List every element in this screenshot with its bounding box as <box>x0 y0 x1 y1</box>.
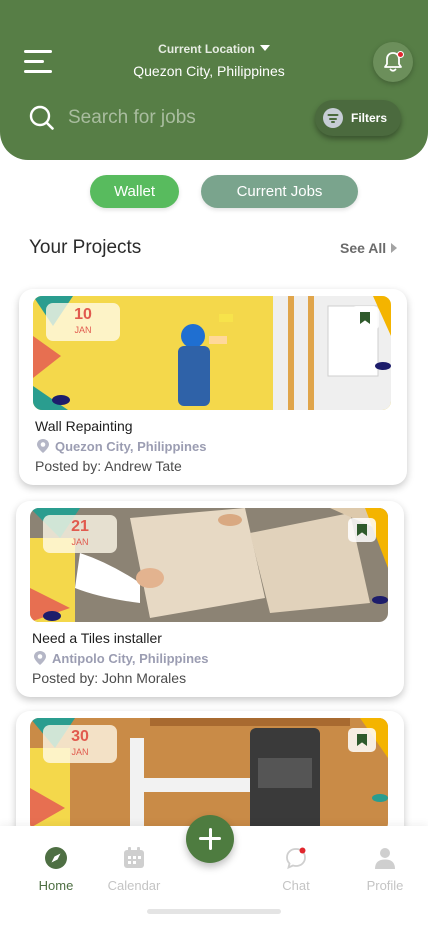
date-day: 10 <box>74 306 92 323</box>
nav-chat-label: Chat <box>282 878 310 893</box>
date-month: JAN <box>71 747 89 757</box>
home-indicator <box>147 909 281 914</box>
location-value: Quezon City, Philippines <box>133 63 285 79</box>
compass-icon <box>45 847 67 869</box>
chevron-right-icon <box>391 243 398 253</box>
bookmark-icon <box>360 312 370 324</box>
project-title: Wall Repainting <box>35 418 133 434</box>
nav-profile-label: Profile <box>366 878 404 893</box>
bookmark-button[interactable] <box>348 518 376 542</box>
project-location-text: Antipolo City, Philippines <box>52 651 209 666</box>
project-card[interactable]: 10 JAN Wall Repainting Quezon City, Phil… <box>19 289 407 485</box>
nav-chat[interactable]: Chat <box>256 846 336 893</box>
date-day: 30 <box>71 728 89 745</box>
nav-home[interactable]: Home <box>16 846 96 893</box>
app-header: Current Location Quezon City, Philippine… <box>0 0 428 160</box>
nav-calendar-label: Calendar <box>107 878 161 893</box>
date-badge: 10 JAN <box>46 303 120 341</box>
calendar-icon <box>124 847 144 868</box>
date-month: JAN <box>74 325 92 335</box>
project-posted-by: Posted by: John Morales <box>32 670 187 686</box>
project-card[interactable]: 21 JAN Need a Tiles installer Antipolo C… <box>16 501 404 697</box>
user-icon <box>375 848 395 869</box>
notification-dot <box>397 51 404 58</box>
chevron-down-icon <box>259 45 270 51</box>
project-posted-by: Posted by: Andrew Tate <box>35 458 182 474</box>
nav-calendar[interactable]: Calendar <box>94 846 174 893</box>
date-month: JAN <box>71 537 89 547</box>
current-jobs-button[interactable]: Current Jobs <box>201 175 358 208</box>
project-image: 21 JAN <box>30 508 388 622</box>
project-location-text: Quezon City, Philippines <box>55 439 207 454</box>
date-badge: 21 JAN <box>43 515 117 553</box>
location-pin-icon <box>37 439 49 453</box>
project-image: 10 JAN <box>33 296 391 410</box>
project-location: Antipolo City, Philippines <box>32 650 208 666</box>
search-input[interactable] <box>68 100 298 136</box>
nav-home-label: Home <box>38 878 74 893</box>
add-button[interactable] <box>186 815 234 863</box>
location-pin-icon <box>34 651 46 665</box>
notifications-button[interactable] <box>373 42 413 82</box>
location-label: Current Location <box>158 42 255 56</box>
wallet-button[interactable]: Wallet <box>90 175 179 208</box>
filter-icon <box>323 108 343 128</box>
see-all-link[interactable]: See All <box>340 240 398 256</box>
chat-icon <box>286 847 306 870</box>
search-icon <box>29 105 54 130</box>
date-badge: 30 JAN <box>43 725 117 763</box>
project-title: Need a Tiles installer <box>32 630 162 646</box>
project-location: Quezon City, Philippines <box>35 438 206 454</box>
filters-label: Filters <box>351 111 388 125</box>
section-title: Your Projects <box>29 237 142 258</box>
see-all-label: See All <box>340 240 387 256</box>
date-day: 21 <box>71 518 89 535</box>
bookmark-button[interactable] <box>351 306 379 330</box>
bookmark-icon <box>357 734 367 746</box>
location-selector[interactable]: Current Location <box>0 42 428 56</box>
nav-profile[interactable]: Profile <box>345 846 425 893</box>
filters-button[interactable]: Filters <box>315 100 401 136</box>
bookmark-button[interactable] <box>348 728 376 752</box>
bookmark-icon <box>357 524 367 536</box>
